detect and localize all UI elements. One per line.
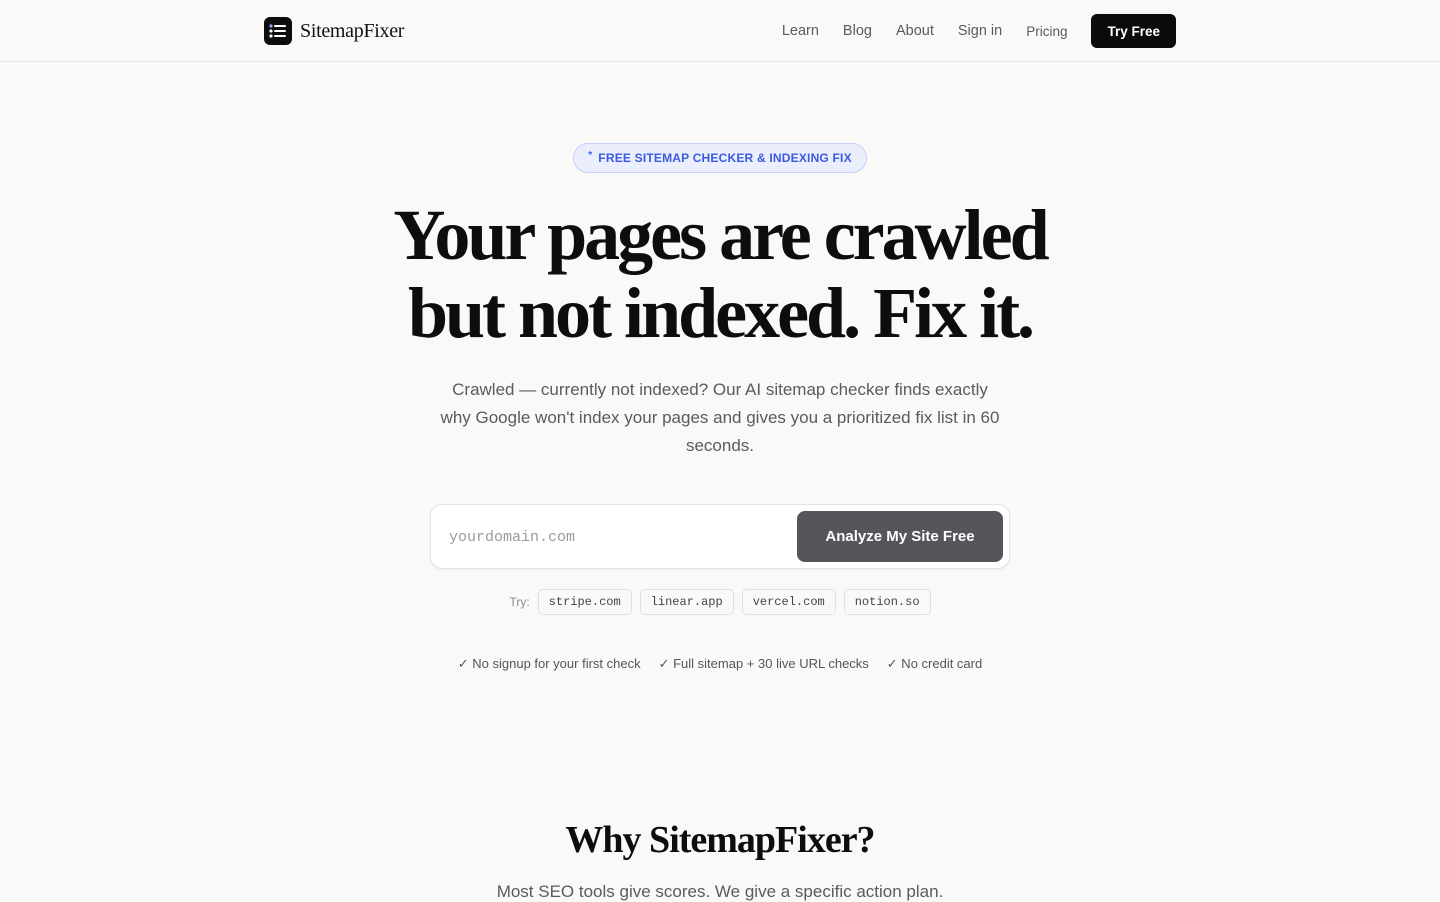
- example-chip-notion[interactable]: notion.so: [843, 589, 931, 615]
- star-icon: *: [588, 149, 593, 161]
- brand-logo-link[interactable]: SitemapFixer: [264, 17, 404, 45]
- example-chip-vercel[interactable]: vercel.com: [741, 589, 836, 615]
- analyze-button[interactable]: Analyze My Site Free: [797, 511, 1003, 562]
- example-chip-stripe[interactable]: stripe.com: [537, 589, 632, 615]
- list-icon: [264, 17, 292, 45]
- nav-link-learn[interactable]: Learn: [782, 23, 819, 39]
- nav-link-pricing[interactable]: Pricing: [1026, 24, 1067, 39]
- try-label: Try:: [509, 595, 530, 609]
- hero-headline: Your pages are crawled but not indexed. …: [0, 196, 1440, 352]
- why-section-title: Why SitemapFixer?: [565, 819, 875, 861]
- nav-links: Learn Blog About Sign in Pricing Try Fre…: [782, 14, 1176, 48]
- benefit-checks: ✓ No signup for your first check ✓ Full …: [0, 656, 1440, 672]
- top-nav: SitemapFixer Learn Blog About Sign in Pr…: [0, 0, 1440, 62]
- example-domains: Try: stripe.com linear.app vercel.com no…: [0, 589, 1440, 615]
- example-chip-linear[interactable]: linear.app: [639, 589, 734, 615]
- brand-name: SitemapFixer: [300, 19, 405, 42]
- domain-search-form: Analyze My Site Free: [430, 504, 1010, 569]
- hero-badge: * FREE SITEMAP CHECKER & INDEXING FIX: [573, 143, 867, 173]
- nav-link-sign-in[interactable]: Sign in: [958, 23, 1002, 39]
- hero-subtitle: Crawled — currently not indexed? Our AI …: [440, 380, 1000, 455]
- try-free-button[interactable]: Try Free: [1091, 14, 1176, 48]
- check-item: ✓ No credit card: [886, 656, 983, 671]
- hero-badge-text: FREE SITEMAP CHECKER & INDEXING FIX: [598, 151, 852, 165]
- hero-headline-line2: but not indexed. Fix it.: [407, 273, 1035, 353]
- check-item: ✓ Full sitemap + 30 live URL checks: [658, 656, 869, 671]
- check-item: ✓ No signup for your first check: [457, 656, 641, 671]
- nav-link-about[interactable]: About: [896, 23, 934, 39]
- why-section-subtitle: Most SEO tools give scores. We give a sp…: [496, 882, 944, 901]
- nav-link-blog[interactable]: Blog: [843, 23, 872, 39]
- hero-headline-line1: Your pages are crawled: [393, 195, 1049, 275]
- domain-input[interactable]: [449, 521, 789, 553]
